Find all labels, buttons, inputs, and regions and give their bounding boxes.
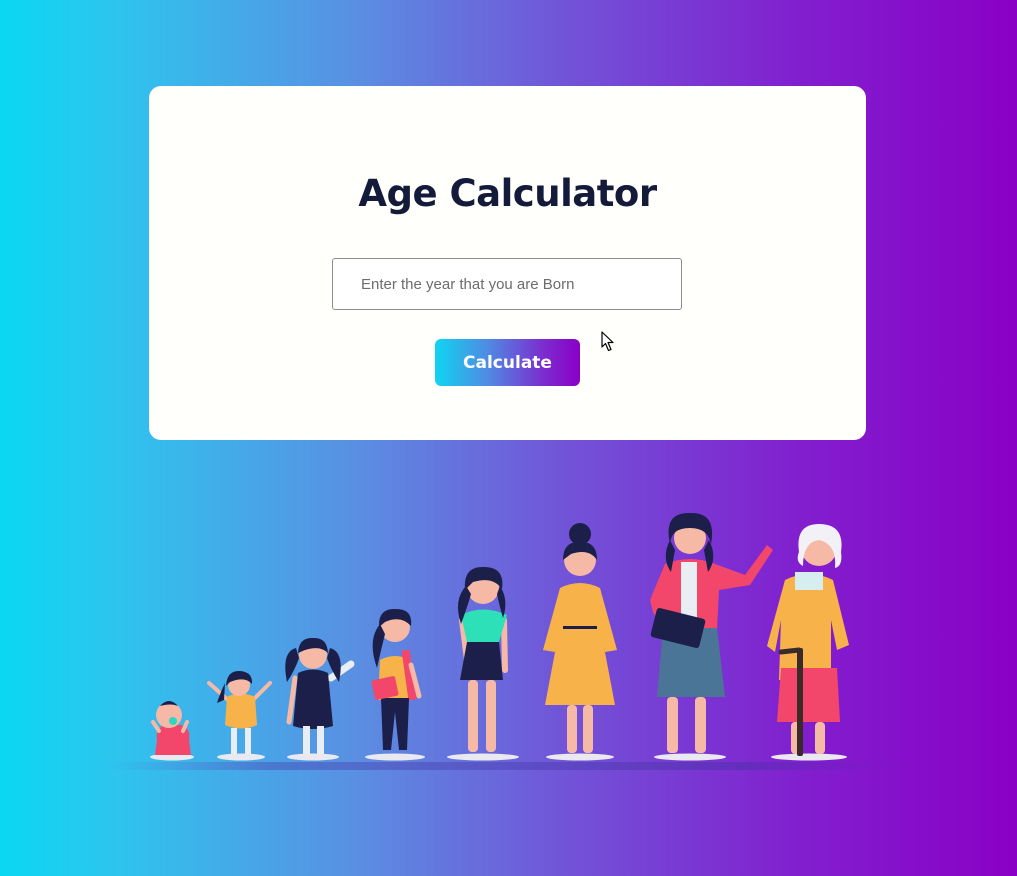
toddler-figure (207, 670, 272, 761)
girl-figure (285, 637, 355, 761)
birth-year-input[interactable] (332, 258, 682, 310)
page-title: Age Calculator (358, 172, 657, 215)
adult-woman-figure (650, 512, 773, 761)
mouse-pointer-icon (601, 331, 614, 352)
calculate-button[interactable]: Calculate (435, 339, 580, 386)
teen-figure (447, 566, 519, 761)
age-calculator-card: Age Calculator Calculate (149, 86, 866, 440)
life-stages-illustration (105, 512, 910, 770)
schoolgirl-figure (365, 608, 425, 761)
baby-figure (150, 701, 194, 761)
elderly-woman-figure (767, 524, 849, 761)
ground-shadow (105, 762, 910, 770)
young-woman-figure (543, 523, 617, 761)
